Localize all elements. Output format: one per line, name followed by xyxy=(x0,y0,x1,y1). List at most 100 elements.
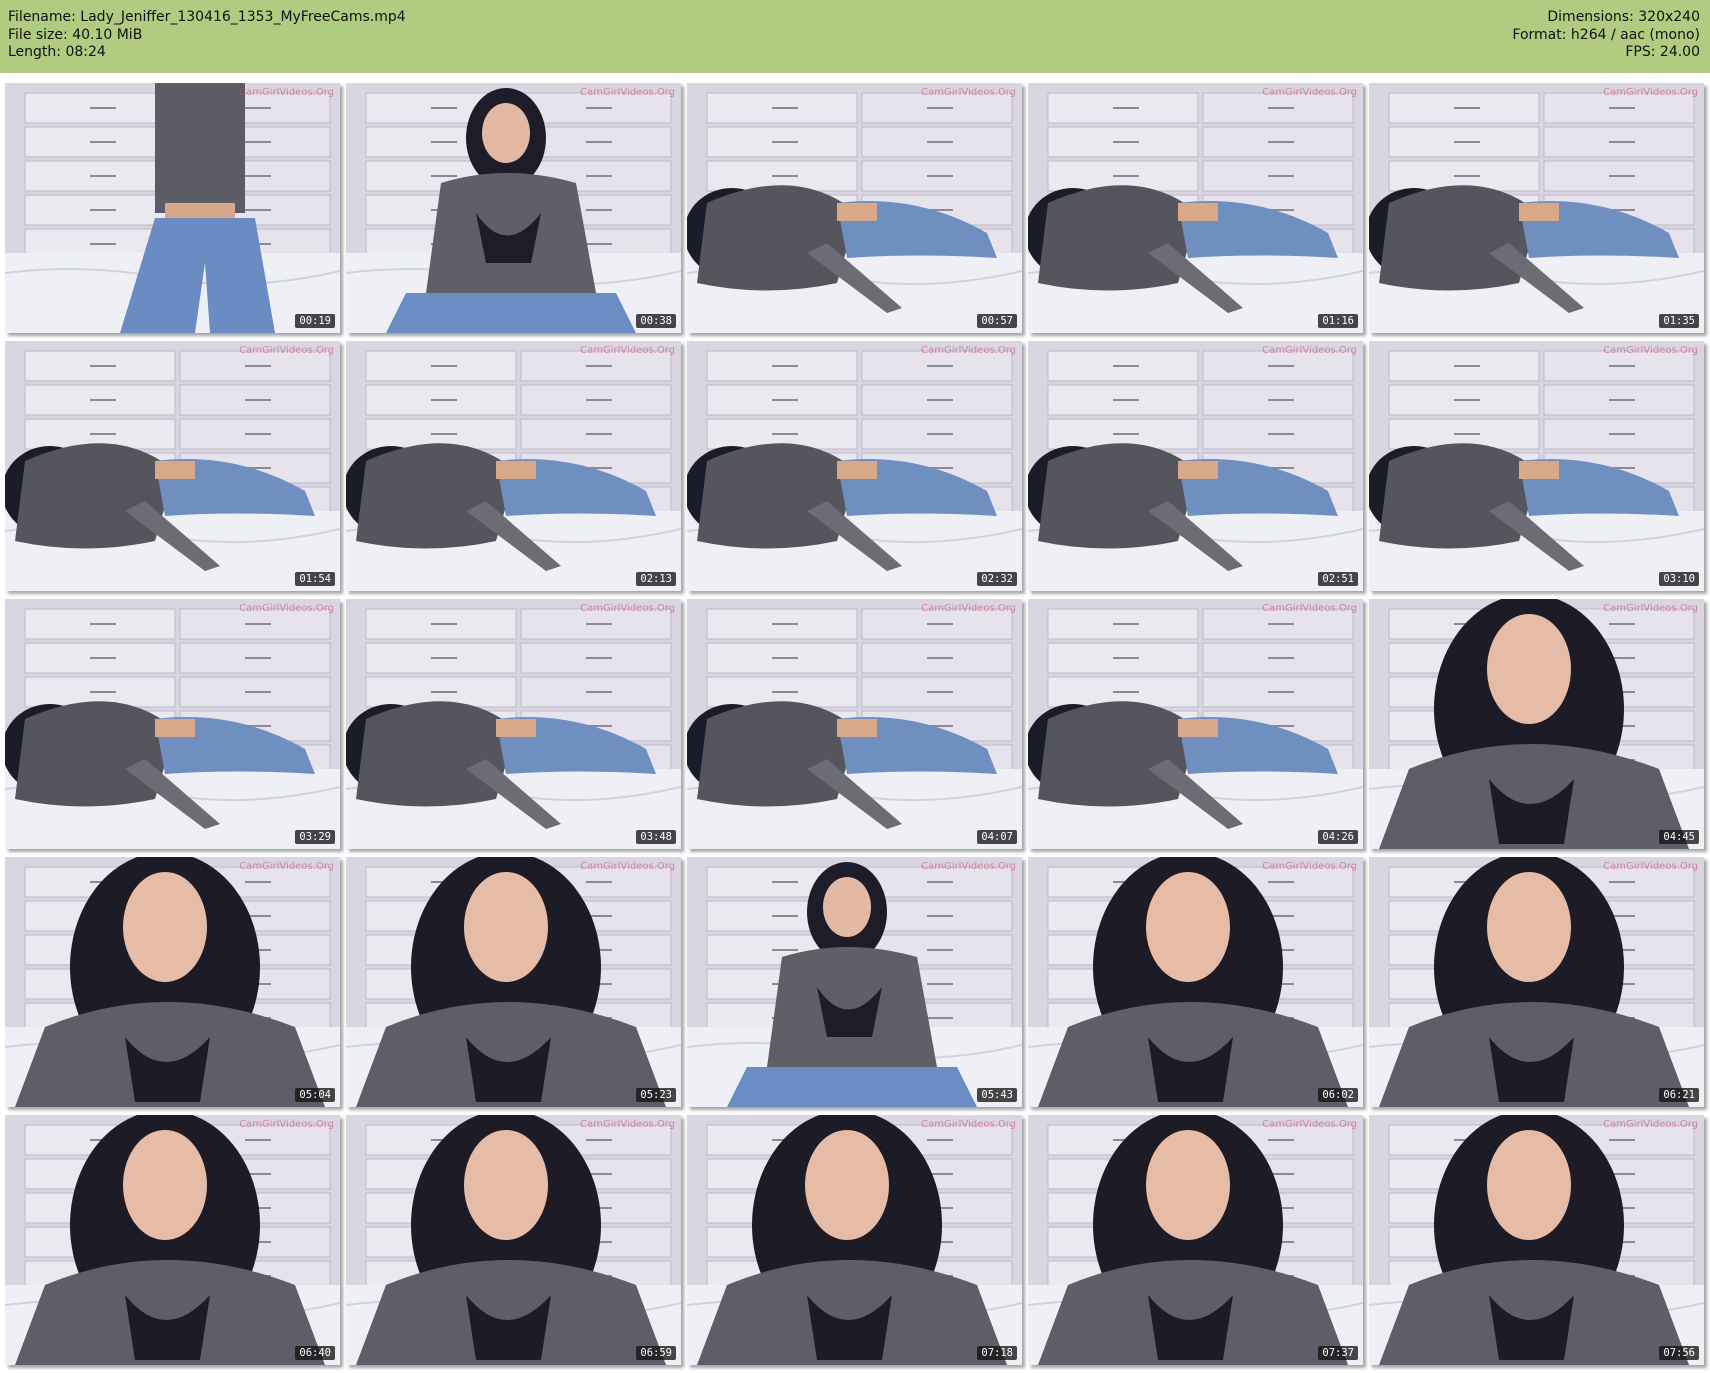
watermark: CamGirlVideos.Org xyxy=(1603,87,1698,98)
watermark: CamGirlVideos.Org xyxy=(580,345,675,356)
thumbnail-grid: CamGirlVideos.Org 00:19 CamGirlVideos.Org 0… xyxy=(5,83,1704,1365)
thumbnail-image xyxy=(5,83,340,333)
watermark: CamGirlVideos.Org xyxy=(580,861,675,872)
watermark: CamGirlVideos.Org xyxy=(580,603,675,614)
thumbnail: CamGirlVideos.Org 04:26 xyxy=(1028,599,1363,849)
thumbnail-image xyxy=(1028,341,1363,591)
thumbnail: CamGirlVideos.Org 01:35 xyxy=(1369,83,1704,333)
fps-text: FPS: 24.00 xyxy=(1625,44,1700,60)
watermark: CamGirlVideos.Org xyxy=(1262,87,1357,98)
timestamp-label: 01:35 xyxy=(1659,314,1699,328)
thumbnail-image xyxy=(1369,341,1704,591)
watermark: CamGirlVideos.Org xyxy=(580,87,675,98)
thumbnail: CamGirlVideos.Org 00:19 xyxy=(5,83,340,333)
timestamp-label: 02:51 xyxy=(1318,572,1358,586)
thumbnail: CamGirlVideos.Org 05:43 xyxy=(687,857,1022,1107)
timestamp-label: 06:40 xyxy=(295,1346,335,1360)
timestamp-label: 05:23 xyxy=(636,1088,676,1102)
thumbnail: CamGirlVideos.Org 04:45 xyxy=(1369,599,1704,849)
thumbnail-image xyxy=(346,1115,681,1365)
thumbnail-image xyxy=(687,857,1022,1107)
watermark: CamGirlVideos.Org xyxy=(1262,603,1357,614)
thumbnail: CamGirlVideos.Org 00:38 xyxy=(346,83,681,333)
watermark: CamGirlVideos.Org xyxy=(239,345,334,356)
thumbnail-image xyxy=(1369,1115,1704,1365)
timestamp-label: 06:21 xyxy=(1659,1088,1699,1102)
thumbnail-image xyxy=(1028,599,1363,849)
thumbnail-image xyxy=(5,341,340,591)
thumbnail: CamGirlVideos.Org 07:18 xyxy=(687,1115,1022,1365)
timestamp-label: 01:16 xyxy=(1318,314,1358,328)
thumbnail: CamGirlVideos.Org 03:10 xyxy=(1369,341,1704,591)
thumbnail: CamGirlVideos.Org 03:29 xyxy=(5,599,340,849)
watermark: CamGirlVideos.Org xyxy=(921,87,1016,98)
thumbnail: CamGirlVideos.Org 02:13 xyxy=(346,341,681,591)
watermark: CamGirlVideos.Org xyxy=(580,1119,675,1130)
timestamp-label: 07:18 xyxy=(977,1346,1017,1360)
thumbnail-image xyxy=(1369,599,1704,849)
thumbnail: CamGirlVideos.Org 03:48 xyxy=(346,599,681,849)
timestamp-label: 04:26 xyxy=(1318,830,1358,844)
thumbnail-image xyxy=(346,341,681,591)
thumbnail: CamGirlVideos.Org 01:54 xyxy=(5,341,340,591)
timestamp-label: 02:13 xyxy=(636,572,676,586)
watermark: CamGirlVideos.Org xyxy=(921,603,1016,614)
watermark: CamGirlVideos.Org xyxy=(1262,861,1357,872)
timestamp-label: 03:10 xyxy=(1659,572,1699,586)
thumbnail: CamGirlVideos.Org 05:04 xyxy=(5,857,340,1107)
thumbnail-image xyxy=(346,599,681,849)
thumbnail-image xyxy=(1369,857,1704,1107)
timestamp-label: 00:38 xyxy=(636,314,676,328)
timestamp-label: 07:56 xyxy=(1659,1346,1699,1360)
timestamp-label: 04:45 xyxy=(1659,830,1699,844)
thumbnail: CamGirlVideos.Org 07:56 xyxy=(1369,1115,1704,1365)
thumbnail: CamGirlVideos.Org 06:59 xyxy=(346,1115,681,1365)
thumbnail: CamGirlVideos.Org 06:40 xyxy=(5,1115,340,1365)
timestamp-label: 04:07 xyxy=(977,830,1017,844)
metadata-right: Dimensions: 320x240 Format: h264 / aac (… xyxy=(1512,9,1700,62)
thumbnail-image xyxy=(687,1115,1022,1365)
filesize-text: File size: 40.10 MiB xyxy=(8,26,143,43)
thumbnail-image xyxy=(5,599,340,849)
thumbnail-image xyxy=(1028,857,1363,1107)
timestamp-label: 01:54 xyxy=(295,572,335,586)
watermark: CamGirlVideos.Org xyxy=(1603,861,1698,872)
thumbnail-image xyxy=(1369,83,1704,333)
timestamp-label: 07:37 xyxy=(1318,1346,1358,1360)
watermark: CamGirlVideos.Org xyxy=(239,861,334,872)
thumbnail: CamGirlVideos.Org 01:16 xyxy=(1028,83,1363,333)
watermark: CamGirlVideos.Org xyxy=(1603,603,1698,614)
timestamp-label: 05:04 xyxy=(295,1088,335,1102)
dimensions-text: Dimensions: 320x240 xyxy=(1547,9,1700,25)
thumbnail-image xyxy=(687,599,1022,849)
watermark: CamGirlVideos.Org xyxy=(239,87,334,98)
timestamp-label: 06:02 xyxy=(1318,1088,1358,1102)
thumbnail-image xyxy=(687,83,1022,333)
thumbnail: CamGirlVideos.Org 05:23 xyxy=(346,857,681,1107)
watermark: CamGirlVideos.Org xyxy=(239,1119,334,1130)
format-text: Format: h264 / aac (mono) xyxy=(1512,26,1700,43)
timestamp-label: 06:59 xyxy=(636,1346,676,1360)
watermark: CamGirlVideos.Org xyxy=(239,603,334,614)
thumbnail-image xyxy=(687,341,1022,591)
thumbnail-image xyxy=(1028,1115,1363,1365)
thumbnail: CamGirlVideos.Org 06:21 xyxy=(1369,857,1704,1107)
thumbnail: CamGirlVideos.Org 04:07 xyxy=(687,599,1022,849)
thumbnail-image xyxy=(346,857,681,1107)
thumbnail: CamGirlVideos.Org 07:37 xyxy=(1028,1115,1363,1365)
timestamp-label: 03:48 xyxy=(636,830,676,844)
thumbnail-image xyxy=(5,1115,340,1365)
timestamp-label: 00:19 xyxy=(295,314,335,328)
thumbnail: CamGirlVideos.Org 02:51 xyxy=(1028,341,1363,591)
watermark: CamGirlVideos.Org xyxy=(1603,1119,1698,1130)
watermark: CamGirlVideos.Org xyxy=(1603,345,1698,356)
timestamp-label: 03:29 xyxy=(295,830,335,844)
thumbnail: CamGirlVideos.Org 06:02 xyxy=(1028,857,1363,1107)
watermark: CamGirlVideos.Org xyxy=(921,861,1016,872)
timestamp-label: 05:43 xyxy=(977,1088,1017,1102)
thumbnail: CamGirlVideos.Org 02:32 xyxy=(687,341,1022,591)
thumbnail-image xyxy=(1028,83,1363,333)
length-text: Length: 08:24 xyxy=(8,44,106,60)
thumbnail-image xyxy=(5,857,340,1107)
timestamp-label: 02:32 xyxy=(977,572,1017,586)
